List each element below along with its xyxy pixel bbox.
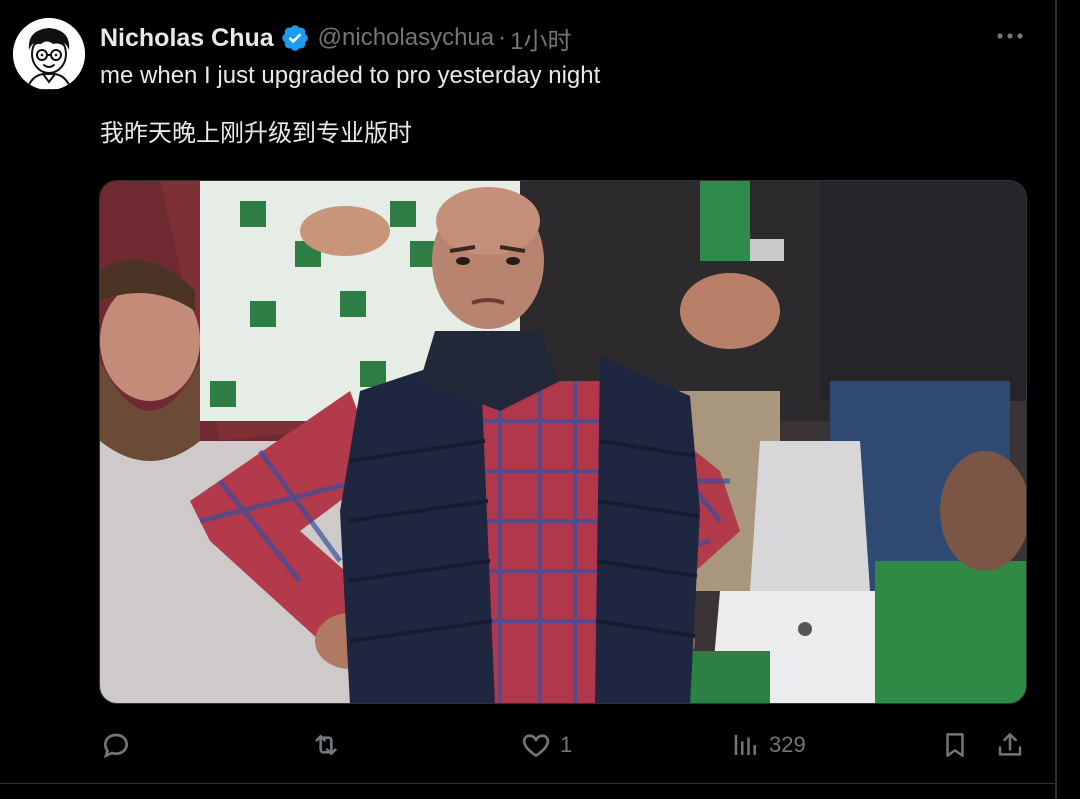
more-options-button[interactable] — [992, 22, 1028, 50]
share-icon — [998, 733, 1022, 756]
bookmark-icon — [946, 733, 964, 757]
timestamp[interactable]: 1小时 — [510, 21, 571, 56]
author-handle[interactable]: @nicholasychua — [318, 24, 494, 52]
divider — [0, 783, 1055, 784]
share-button[interactable] — [995, 722, 1025, 768]
meme-photo-illustration — [100, 181, 1026, 703]
tweet-text-line: 我昨天晚上刚升级到专业版时 — [100, 120, 412, 147]
avatar[interactable] — [13, 18, 85, 90]
verified-badge-icon — [280, 23, 310, 53]
tweet-header: Nicholas Chua @nicholasychua · 1小时 — [100, 20, 571, 56]
more-dots-icon — [997, 33, 1023, 39]
tweet-photo[interactable] — [99, 180, 1027, 704]
separator-dot: · — [498, 24, 507, 51]
retweet-icon — [315, 735, 337, 755]
like-button[interactable]: 1 — [520, 722, 572, 768]
retweet-button[interactable] — [309, 722, 343, 768]
tweet-action-bar: 1 329 — [0, 722, 1055, 768]
tweet-text-line: me when I just upgraded to pro yesterday… — [100, 62, 601, 89]
author-display-name[interactable]: Nicholas Chua — [100, 24, 274, 53]
views-count: 329 — [769, 732, 806, 757]
heart-icon — [522, 734, 550, 758]
views-button[interactable]: 329 — [731, 722, 806, 768]
bar-chart-icon — [734, 735, 756, 755]
reply-icon — [103, 733, 129, 759]
like-count: 1 — [560, 732, 573, 757]
bookmark-button[interactable] — [940, 722, 970, 768]
cartoon-face-icon — [13, 18, 85, 90]
reply-button[interactable] — [100, 722, 132, 768]
column-border — [1055, 0, 1057, 799]
tweet-view: Nicholas Chua @nicholasychua · 1小时 me wh… — [0, 0, 1080, 799]
